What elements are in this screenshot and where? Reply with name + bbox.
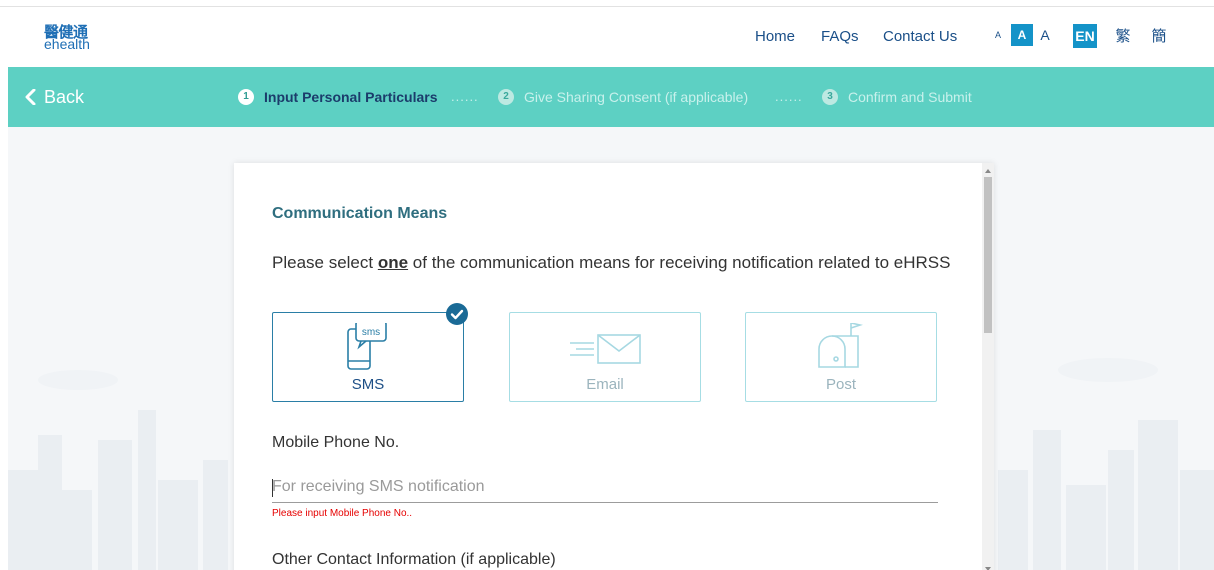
- step-progress-bar: Back 1 Input Personal Particulars ......…: [8, 67, 1214, 127]
- section-title: Communication Means: [272, 205, 448, 222]
- text-cursor: [272, 479, 273, 497]
- font-size-medium-button[interactable]: A: [1011, 24, 1033, 46]
- top-navbar: 醫健通 ehealth Home FAQs Contact Us A A A E…: [0, 7, 1214, 67]
- option-email[interactable]: Email: [509, 312, 701, 402]
- step-number: 2: [498, 89, 514, 105]
- nav-faqs-link[interactable]: FAQs: [821, 28, 859, 45]
- scroll-up-arrow-icon[interactable]: [985, 169, 991, 173]
- mobile-error-message: Please input Mobile Phone No..: [272, 508, 413, 519]
- nav-home-link[interactable]: Home: [755, 28, 795, 45]
- step-label: Confirm and Submit: [848, 89, 972, 105]
- step-separator: ......: [451, 89, 479, 104]
- lang-traditional-chinese-button[interactable]: 繁: [1112, 24, 1134, 48]
- svg-text:sms: sms: [362, 327, 380, 338]
- lang-english-button[interactable]: EN: [1073, 24, 1097, 48]
- mobile-phone-input[interactable]: [272, 472, 938, 503]
- option-label: SMS: [351, 376, 385, 393]
- instruction-pre: Please select: [272, 253, 378, 272]
- scrollbar-thumb[interactable]: [984, 177, 992, 333]
- registration-form-card: Communication Means Please select one of…: [234, 163, 994, 570]
- option-post[interactable]: Post: [745, 312, 937, 402]
- mobile-phone-label: Mobile Phone No.: [272, 434, 400, 451]
- step-label: Input Personal Particulars: [264, 89, 438, 105]
- nav-contact-link[interactable]: Contact Us: [883, 28, 957, 45]
- option-sms[interactable]: sms SMS: [272, 312, 464, 402]
- chevron-left-icon: [25, 89, 36, 105]
- sms-phone-icon: sms: [347, 323, 387, 370]
- lang-simplified-chinese-button[interactable]: 簡: [1148, 24, 1170, 48]
- instruction-emphasis: one: [377, 253, 409, 272]
- main-content-area: Communication Means Please select one of…: [8, 127, 1214, 570]
- selected-check-icon: [446, 303, 468, 325]
- step-separator: ......: [775, 89, 803, 104]
- instruction-post: of the communication means for receiving…: [408, 253, 951, 272]
- mailbox-icon: [818, 323, 863, 368]
- step-number: 3: [822, 89, 838, 105]
- step-number: 1: [238, 89, 254, 105]
- card-scrollbar[interactable]: [982, 163, 994, 570]
- ehealth-logo[interactable]: 醫健通 ehealth: [44, 21, 92, 57]
- option-label: Email: [586, 376, 624, 393]
- instruction-text: Please select one of the communication m…: [272, 253, 952, 272]
- other-contact-label: Other Contact Information (if applicable…: [272, 551, 556, 568]
- step-label: Give Sharing Consent (if applicable): [524, 89, 749, 105]
- logo-english-text: ehealth: [44, 36, 90, 52]
- font-size-small-button[interactable]: A: [991, 24, 1005, 46]
- email-envelope-icon: [570, 334, 641, 364]
- font-size-large-button[interactable]: A: [1036, 24, 1054, 46]
- option-label: Post: [825, 376, 856, 393]
- back-label: Back: [44, 87, 85, 107]
